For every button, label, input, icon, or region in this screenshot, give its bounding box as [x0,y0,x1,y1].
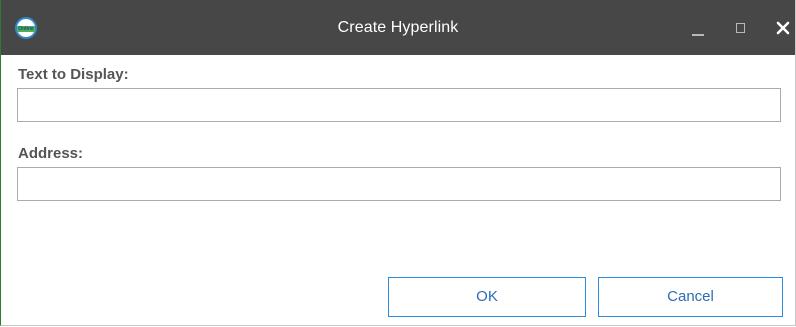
address-input[interactable] [17,167,781,201]
maximize-icon [736,23,745,33]
close-button[interactable] [770,15,796,41]
minimize-icon [692,34,704,36]
maximize-button[interactable] [728,15,754,41]
window-title: Create Hyperlink [337,19,459,36]
text-to-display-input[interactable] [17,88,781,122]
title-bar: Online Create Hyperlink [1,0,795,55]
ok-button[interactable]: OK [388,277,586,317]
address-label: Address: [18,145,84,162]
close-icon [776,21,790,35]
create-hyperlink-dialog: Online Create Hyperlink Text to Display:… [0,0,796,326]
cancel-button[interactable]: Cancel [598,277,783,317]
text-to-display-label: Text to Display: [18,66,129,83]
minimize-button[interactable] [685,15,711,41]
